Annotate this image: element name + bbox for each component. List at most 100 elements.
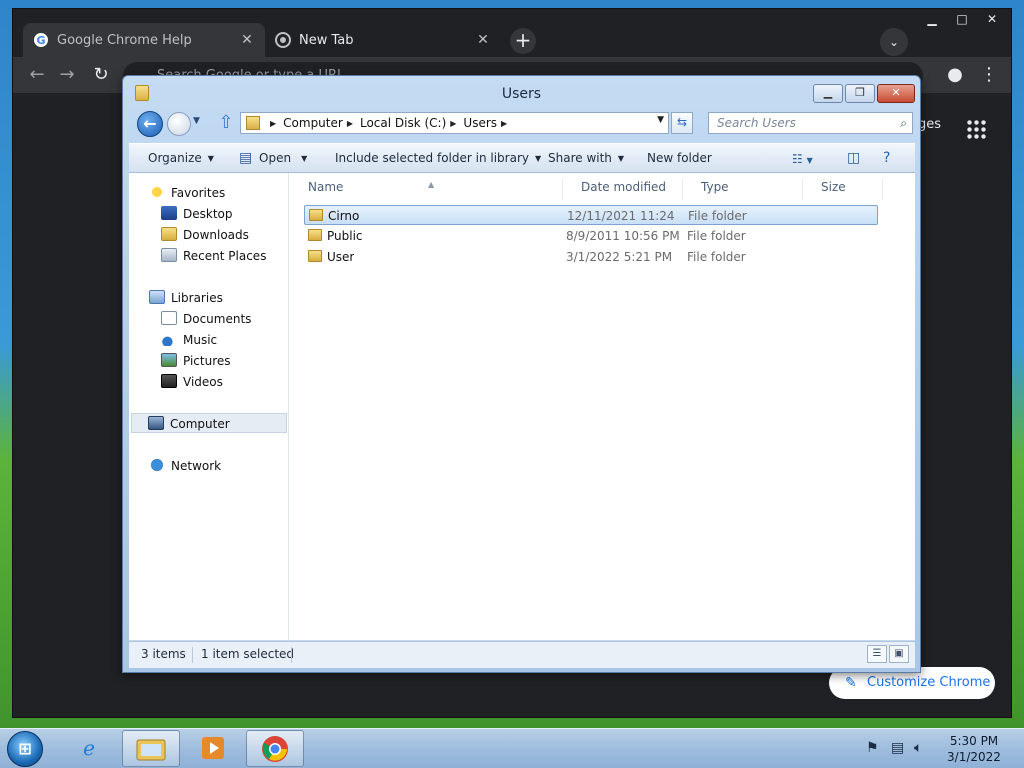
folder-icon [246, 116, 260, 130]
nav-documents[interactable]: Documents [161, 309, 251, 329]
breadcrumb-users[interactable]: Users [463, 116, 497, 130]
nav-favorites[interactable]: Favorites [149, 183, 225, 203]
file-row-cirno[interactable]: Cirno 12/11/2021 11:24 ... File folder [304, 205, 878, 225]
new-folder-button[interactable]: New folder [647, 151, 712, 165]
file-name: Public [327, 229, 363, 243]
back-arrow-icon[interactable]: ← [25, 64, 49, 88]
folder-icon [308, 229, 322, 241]
status-divider [291, 647, 292, 663]
refresh-button[interactable]: ⇆ [671, 112, 693, 134]
breadcrumb-local-disk[interactable]: Local Disk (C:) [360, 116, 446, 130]
action-center-flag-icon[interactable]: ⚑ [866, 740, 879, 756]
start-button[interactable]: ⊞ [7, 731, 43, 767]
explorer-body: Favorites Desktop Downloads Recent Place… [129, 173, 915, 641]
clock-time: 5:30 PM [949, 734, 999, 748]
nav-label: Videos [183, 375, 223, 389]
google-apps-icon[interactable] [966, 119, 986, 139]
command-bar: Organize ▼ ▤ Open ▼ Include selected folde… [129, 143, 915, 173]
status-bar: 3 items 1 item selected ☰ ▣ [129, 642, 915, 668]
nav-label: Desktop [183, 207, 233, 221]
change-view-icon[interactable]: ☷ ▼ [792, 152, 813, 166]
address-dropdown-icon[interactable]: ▼ [657, 115, 664, 125]
nav-label: Music [183, 333, 218, 347]
documents-icon [161, 311, 177, 325]
nav-libraries[interactable]: Libraries [149, 288, 223, 308]
reload-icon[interactable]: ↻ [89, 64, 113, 88]
forward-arrow-icon[interactable]: → [55, 64, 79, 88]
maximize-icon[interactable]: □ [947, 9, 977, 29]
column-size[interactable]: Size [803, 179, 883, 199]
column-name[interactable]: ▲ Name [290, 179, 563, 199]
maximize-button[interactable]: ❐ [845, 84, 875, 103]
volume-icon[interactable]: 🔈︎ [914, 740, 922, 756]
details-view-icon[interactable]: ☰ [867, 645, 887, 663]
breadcrumb-chevron-icon[interactable]: ▶ [270, 119, 276, 128]
google-favicon-icon: G [33, 32, 49, 48]
file-row-public[interactable]: Public 8/9/2011 10:56 PM File folder [304, 226, 878, 246]
preview-pane-icon[interactable]: ◫ [847, 150, 860, 166]
open-label: Open [259, 151, 292, 165]
up-arrow-icon[interactable]: ⇧ [217, 113, 235, 135]
windows-explorer-icon[interactable] [122, 730, 180, 767]
close-icon[interactable]: ✕ [977, 9, 1007, 29]
file-date: 12/11/2021 11:24 ... [567, 209, 679, 223]
search-input[interactable]: Search Users ⌕ [708, 112, 913, 134]
internet-explorer-icon[interactable]: ℯ [60, 730, 118, 767]
chrome-icon[interactable] [246, 730, 304, 767]
system-clock[interactable]: 5:30 PM 3/1/2022 [936, 733, 1012, 765]
downloads-icon [161, 227, 177, 241]
back-button[interactable]: ← [137, 111, 163, 137]
include-in-library-button[interactable]: Include selected folder in library ▼ [335, 151, 541, 165]
recent-pages-dropdown-icon[interactable]: ▼ [193, 116, 205, 130]
network-tray-icon[interactable]: ▤ [891, 740, 904, 756]
file-type: File folder [687, 250, 746, 264]
file-date: 8/9/2011 10:56 PM [566, 229, 680, 243]
breadcrumb-computer[interactable]: Computer [283, 116, 343, 130]
nav-desktop[interactable]: Desktop [161, 204, 233, 224]
profile-icon[interactable]: ● [943, 64, 967, 88]
column-type[interactable]: Type [683, 179, 803, 199]
minimize-button[interactable]: ▁ [813, 84, 843, 103]
file-type: File folder [688, 209, 747, 223]
chrome-menu-icon[interactable]: ⋮ [977, 64, 1001, 88]
file-row-user[interactable]: User 3/1/2022 5:21 PM File folder [304, 247, 878, 267]
media-player-icon[interactable] [184, 730, 242, 767]
nav-videos[interactable]: Videos [161, 372, 223, 392]
clock-date: 3/1/2022 [947, 750, 1001, 764]
close-tab-icon[interactable]: ✕ [239, 32, 255, 48]
share-label: Share with [548, 151, 612, 165]
nav-recent-places[interactable]: Recent Places [161, 246, 266, 266]
nav-label: Documents [183, 312, 252, 326]
item-count: 3 items [141, 647, 186, 661]
nav-computer[interactable]: Computer [131, 413, 287, 433]
open-button[interactable]: Open ▼ [259, 151, 307, 165]
nav-pictures[interactable]: Pictures [161, 351, 231, 371]
chrome-tab-newtab[interactable]: New Tab ✕ [265, 23, 501, 57]
address-bar[interactable]: ▶ Computer ▶ Local Disk (C:) ▶ Users ▶ ▼ [240, 112, 669, 134]
share-with-button[interactable]: Share with ▼ [548, 151, 624, 165]
nav-music[interactable]: Music [161, 330, 217, 350]
videos-icon [161, 374, 177, 388]
ntp-images-link[interactable]: ges [918, 117, 941, 132]
nav-network[interactable]: Network [149, 456, 221, 476]
column-date-modified[interactable]: Date modified [563, 179, 683, 199]
breadcrumb-chevron-icon[interactable]: ▶ [347, 119, 353, 128]
nav-label: Favorites [171, 186, 226, 200]
new-folder-label: New folder [647, 151, 712, 165]
breadcrumb-chevron-icon[interactable]: ▶ [450, 119, 456, 128]
organize-button[interactable]: Organize ▼ [148, 151, 214, 165]
open-folder-icon: ▤ [239, 150, 253, 166]
new-tab-button[interactable]: + [510, 28, 536, 54]
close-tab-icon[interactable]: ✕ [475, 32, 491, 48]
search-icon[interactable]: ⌕ [900, 113, 907, 133]
tab-search-button[interactable]: ⌄ [880, 28, 908, 56]
chrome-tab-help[interactable]: G Google Chrome Help ✕ [23, 23, 265, 57]
large-icons-view-icon[interactable]: ▣ [889, 645, 909, 663]
forward-button[interactable] [167, 112, 191, 136]
breadcrumb-chevron-icon[interactable]: ▶ [501, 119, 507, 128]
close-button[interactable]: ✕ [877, 84, 915, 103]
help-icon[interactable]: ? [883, 150, 890, 166]
minimize-icon[interactable]: ▁ [917, 9, 947, 29]
nav-label: Pictures [183, 354, 231, 368]
nav-downloads[interactable]: Downloads [161, 225, 249, 245]
